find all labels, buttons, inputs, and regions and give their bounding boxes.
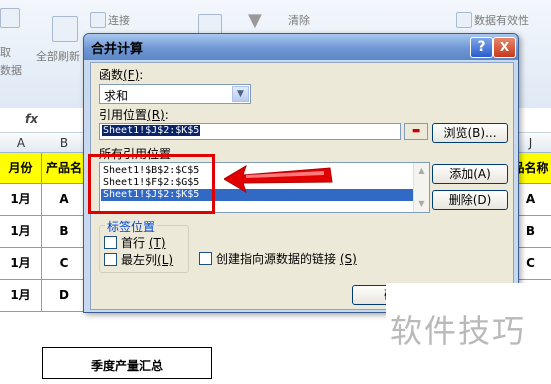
- data-validation-icon: [456, 12, 472, 28]
- add-button[interactable]: 添加(A): [432, 164, 508, 184]
- create-links-hotkey: (S): [339, 252, 357, 266]
- first-row-label-text: 首行: [121, 236, 146, 250]
- header-cell-product[interactable]: 产品名: [42, 153, 87, 184]
- browse-button[interactable]: 浏览(B)...: [432, 123, 508, 143]
- cell-month[interactable]: 1月: [0, 248, 42, 280]
- reference-label-text: 引用位置: [99, 108, 148, 122]
- annotation-highlight-box: [88, 154, 215, 214]
- left-column-checkbox[interactable]: [104, 253, 117, 266]
- collapse-dialog-icon[interactable]: ▬: [404, 123, 428, 140]
- delete-button[interactable]: 删除(D): [432, 190, 508, 210]
- formula-bar-label: fx: [25, 112, 38, 126]
- chevron-down-icon[interactable]: ▼: [232, 86, 249, 102]
- get-data-label-2[interactable]: 数据: [0, 62, 22, 78]
- function-select-value: 求和: [104, 89, 129, 103]
- function-label-text: 函数: [99, 68, 124, 82]
- reference-label: 引用位置(R):: [99, 108, 169, 122]
- left-column-label-text: 最左列: [121, 253, 158, 267]
- refresh-all-button[interactable]: 全部刷新: [36, 48, 80, 64]
- label-position-title: 标签位置: [105, 218, 158, 235]
- create-links-checkbox[interactable]: [199, 252, 212, 265]
- cell-product[interactable]: C: [42, 248, 87, 280]
- reference-input[interactable]: Sheet1!$J$2:$K$5: [99, 123, 401, 140]
- cell-month[interactable]: 1月: [0, 216, 42, 248]
- function-label: 函数(F):: [99, 68, 144, 82]
- annotation-arrow-icon: [224, 164, 333, 194]
- create-links-label-text: 创建指向源数据的链接: [216, 252, 337, 266]
- scroll-up-icon[interactable]: ▲: [415, 164, 428, 177]
- column-header-b[interactable]: B: [42, 134, 87, 153]
- first-row-hotkey: (T): [148, 236, 166, 250]
- column-header-a[interactable]: A: [0, 134, 43, 153]
- get-data-icon[interactable]: [0, 8, 20, 28]
- get-data-label-1[interactable]: 取: [0, 44, 11, 60]
- create-links-label: 创建指向源数据的链接 (S): [216, 250, 357, 267]
- summary-title-cell[interactable]: 季度产量汇总: [42, 347, 212, 379]
- cell-product[interactable]: B: [42, 216, 87, 248]
- list-scrollbar[interactable]: ▲ ▼: [413, 163, 429, 212]
- function-select[interactable]: 求和 ▼: [99, 84, 251, 104]
- first-row-checkbox[interactable]: [104, 236, 117, 249]
- cell-product[interactable]: D: [42, 280, 87, 312]
- header-cell-month[interactable]: 月份: [0, 153, 42, 184]
- left-column-hotkey: (L): [157, 253, 174, 267]
- reference-hotkey: (R): [147, 108, 165, 122]
- cell-month[interactable]: 1月: [0, 184, 42, 216]
- dialog-title: 合并计算: [91, 42, 144, 57]
- connections-button[interactable]: 连接: [108, 12, 130, 28]
- connections-icon: [90, 12, 106, 28]
- reference-input-value: Sheet1!$J$2:$K$5: [102, 125, 201, 136]
- scroll-down-icon[interactable]: ▼: [415, 197, 428, 210]
- first-row-label: 首行 (T): [121, 234, 166, 251]
- help-button[interactable]: ?: [470, 37, 493, 58]
- refresh-all-icon[interactable]: [52, 16, 78, 42]
- filter-icon[interactable]: ▼: [248, 10, 262, 31]
- close-button[interactable]: X: [493, 37, 516, 58]
- cell-month[interactable]: 1月: [0, 280, 42, 312]
- cell-product[interactable]: A: [42, 184, 87, 216]
- data-validation-button[interactable]: 数据有效性: [474, 12, 529, 28]
- function-hotkey: (F): [123, 68, 140, 82]
- dialog-titlebar[interactable]: 合并计算 ? X: [84, 34, 518, 60]
- clear-button[interactable]: 清除: [288, 12, 310, 28]
- left-column-label: 最左列(L): [121, 251, 173, 268]
- watermark-text: 软件技巧: [390, 312, 527, 350]
- label-position-group: 标签位置 首行 (T) 最左列(L): [99, 218, 189, 273]
